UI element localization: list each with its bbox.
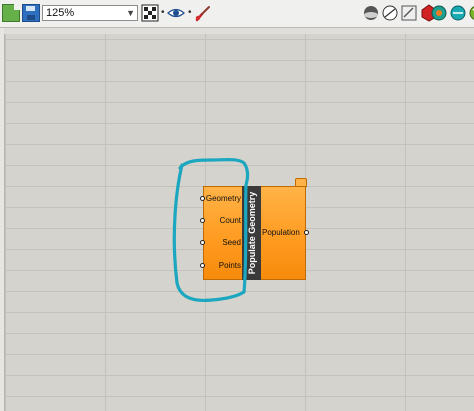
new-document-icon[interactable] <box>2 4 20 22</box>
selected-only-icon[interactable] <box>430 4 448 22</box>
zoom-dropdown[interactable]: 125% ▼ <box>42 5 138 21</box>
component-title: Populate Geometry <box>246 191 257 275</box>
chevron-down-icon: ▼ <box>126 8 135 18</box>
zoom-extents-icon[interactable] <box>141 4 159 22</box>
preview-icon[interactable] <box>167 4 185 22</box>
save-icon[interactable] <box>22 4 40 22</box>
component-title-bar[interactable]: Populate Geometry <box>242 186 261 280</box>
canvas-toolbar: 125% ▼ • • <box>0 0 474 28</box>
output-grip-population[interactable] <box>304 230 309 235</box>
input-grip-seed[interactable] <box>200 240 205 245</box>
input-grip-points[interactable] <box>200 263 205 268</box>
display-mode-icon[interactable] <box>468 4 474 22</box>
separator-dot: • <box>161 7 165 18</box>
zoom-value: 125% <box>46 7 75 19</box>
wireframe-preview-icon[interactable] <box>381 4 399 22</box>
custom-preview-icon[interactable] <box>400 4 418 22</box>
shaded-preview-icon[interactable] <box>362 4 380 22</box>
input-points[interactable]: Points <box>219 261 241 270</box>
component-inputs: Geometry Count Seed Points <box>200 186 241 280</box>
output-population[interactable]: Population <box>262 228 300 237</box>
separator-dot: • <box>188 7 192 18</box>
display-colours-icon[interactable] <box>194 4 212 22</box>
render-icon[interactable] <box>449 4 467 22</box>
populate-geometry-component[interactable]: Geometry Count Seed Points Populate Geom… <box>200 178 309 280</box>
input-grip-count[interactable] <box>200 218 205 223</box>
input-seed[interactable]: Seed <box>222 238 241 247</box>
input-geometry[interactable]: Geometry <box>206 194 241 203</box>
input-count[interactable]: Count <box>220 216 241 225</box>
input-grip-geometry[interactable] <box>200 196 205 201</box>
